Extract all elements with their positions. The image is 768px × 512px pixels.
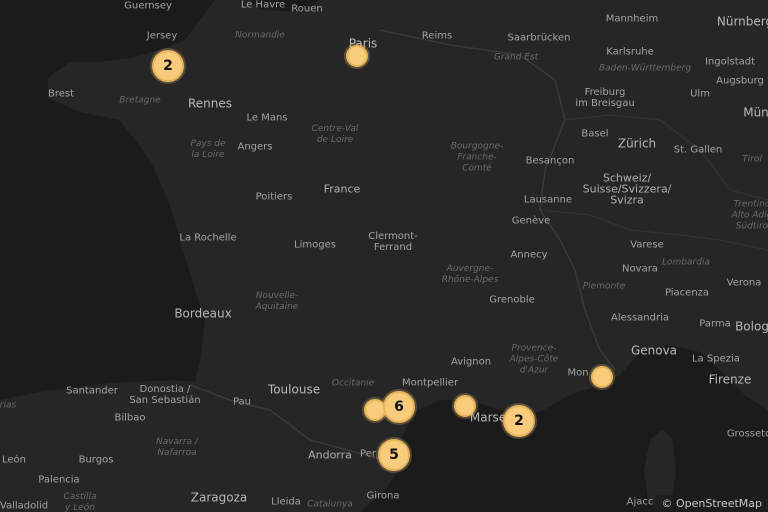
map-label-reims: Reims: [421, 30, 453, 42]
map-label-st-gallen: St. Gallen: [673, 144, 723, 156]
map-attribution[interactable]: © OpenStreetMap: [655, 495, 768, 512]
map-label-palencia: Palencia: [38, 474, 80, 486]
map-point-marker-sete[interactable]: [454, 395, 476, 417]
map-label-limoges: Limoges: [294, 239, 336, 251]
map-label-schweiz: Schweiz/ Suisse/Svizzera/ Svizra: [582, 171, 672, 207]
map-label-la-spezia: La Spezia: [692, 353, 740, 365]
map-label-occitanie: Occitanie: [331, 378, 375, 389]
map-label-andorra: Andorra: [308, 448, 352, 462]
map-label-lombardia: Lombardia: [662, 257, 710, 268]
map-label-parma: Parma: [699, 318, 731, 330]
map-label-le-mans: Le Mans: [246, 112, 288, 124]
map-label-saarbrucken: Saarbrücken: [507, 32, 571, 44]
map-label-toulouse: Toulouse: [267, 382, 321, 397]
map-label-angers: Angers: [237, 141, 273, 153]
map-label-nurnberg: Nürnberg: [716, 14, 768, 29]
map-label-piacenza: Piacenza: [664, 287, 710, 299]
map-label-genova: Genova: [630, 343, 678, 358]
map-label-firenze: Firenze: [708, 372, 752, 387]
map-label-lausanne: Lausanne: [523, 194, 573, 206]
map-label-mun: Mün: [743, 105, 768, 120]
map-label-asturias: rias: [0, 400, 17, 411]
map-label-tirol: Tirol: [742, 154, 762, 165]
map-label-bretagne: Bretagne: [119, 95, 161, 106]
map-label-girona: Girona: [366, 490, 400, 502]
map-label-castilla: Castilla y León: [63, 492, 97, 512]
map-label-verona: Verona: [726, 277, 762, 289]
map-label-geneve: Genève: [511, 215, 551, 227]
map-label-perpignan: Per: [360, 448, 376, 460]
map-cluster-marker-narbonne[interactable]: 6: [383, 391, 415, 423]
map-label-alessandria: Alessandria: [610, 312, 670, 324]
map-label-bilbao: Bilbao: [114, 412, 146, 424]
map-label-provence: Provence- Alpes-Côte d'Azur: [509, 343, 559, 376]
map-point-marker-paris[interactable]: [346, 45, 368, 67]
map-label-karlsruhe: Karlsruhe: [606, 46, 654, 58]
map-label-annecy: Annecy: [510, 249, 548, 261]
map-label-augsburg: Augsburg: [716, 75, 764, 87]
map-label-centre: Centre-Val de Loire: [311, 124, 359, 145]
map-label-santander: Santander: [66, 385, 118, 397]
map-label-leon: León: [1, 454, 27, 466]
map-label-mannheim: Mannheim: [605, 13, 659, 25]
map-cluster-marker-brittany[interactable]: 2: [152, 50, 184, 82]
map-label-bordeaux: Bordeaux: [174, 306, 232, 321]
map-label-freiburg: Freiburg im Breisgau: [575, 87, 635, 109]
map-label-baden: Baden-Württemberg: [598, 63, 692, 74]
map-point-marker-nice[interactable]: [591, 366, 613, 388]
map-label-piemonte: Piemonte: [582, 281, 626, 292]
map-label-catalunya: Catalunya: [307, 499, 353, 510]
map-label-nouvelle: Nouvelle- Aquitaine: [255, 291, 299, 312]
map-label-donostia: Donostia / San Sebastián: [129, 384, 201, 406]
map-label-varese: Varese: [630, 239, 664, 251]
map-label-ajacc: Ajacc: [626, 496, 654, 508]
map-label-zurich: Zürich: [617, 136, 657, 151]
map-label-mon: Mon: [567, 367, 589, 379]
map-label-trentino: Trentino Alto Adig Südtiro: [731, 199, 768, 232]
map-label-besancon: Besançon: [525, 155, 575, 167]
map-label-grand-est: Grand Est: [493, 52, 539, 63]
map-label-le-havre: Le Havre: [240, 0, 286, 11]
map-cluster-marker-toulon[interactable]: 2: [503, 405, 535, 437]
map-label-auvergne: Auvergne- Rhône-Alpes: [441, 264, 499, 285]
map-label-basel: Basel: [581, 128, 609, 140]
map-label-zaragoza: Zaragoza: [190, 490, 248, 505]
map-label-grenoble: Grenoble: [489, 294, 535, 306]
map-label-grosseto: Grosseto: [726, 428, 768, 440]
map-label-montpellier: Montpellier: [401, 377, 459, 389]
map-canvas[interactable]: Guernsey Jersey Le Havre Rouen Normandie Pari…: [0, 0, 768, 512]
map-label-pays-loire: Pays de la Loire: [190, 139, 226, 160]
map-label-france: France: [323, 182, 361, 196]
map-label-burgos: Burgos: [78, 454, 114, 466]
map-label-ulm: Ulm: [690, 88, 710, 100]
map-label-bolog: Bolog: [735, 319, 768, 334]
map-label-rouen: Rouen: [291, 3, 323, 15]
map-label-valladolid: Valladolid: [0, 500, 49, 512]
map-label-clermont: Clermont- Ferrand: [368, 231, 418, 253]
map-basemap: [0, 0, 768, 512]
map-label-lleida: Lleida: [271, 496, 301, 508]
map-label-normandie: Normandie: [235, 30, 285, 41]
map-label-poitiers: Poitiers: [255, 191, 293, 203]
map-cluster-marker-perpignan[interactable]: 5: [378, 439, 410, 471]
map-label-la-rochelle: La Rochelle: [179, 232, 237, 244]
map-label-brest: Brest: [47, 88, 75, 100]
map-label-avignon: Avignon: [450, 356, 492, 368]
map-label-jersey: Jersey: [146, 30, 178, 42]
map-label-navarra: Navarra / Nafarroa: [156, 437, 198, 458]
map-label-marseille: Marse: [469, 410, 507, 425]
map-label-novara: Novara: [622, 263, 658, 275]
map-label-ingolstadt: Ingolstadt: [704, 56, 756, 68]
map-label-guernsey: Guernsey: [124, 0, 172, 12]
map-label-pau: Pau: [232, 396, 252, 408]
map-label-bourgogne: Bourgogne- Franche- Comté: [450, 141, 504, 174]
map-label-rennes: Rennes: [187, 96, 233, 111]
